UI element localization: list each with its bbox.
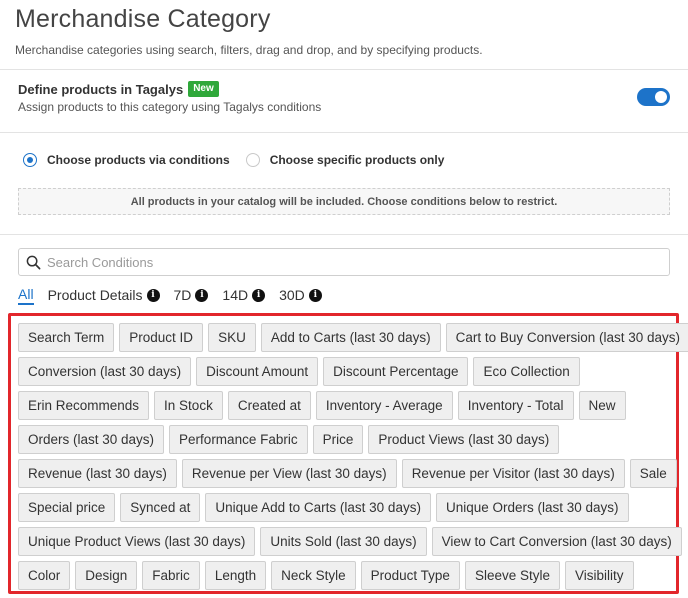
condition-chip[interactable]: Discount Percentage (323, 357, 469, 386)
tab-14d[interactable]: 14D i (222, 286, 266, 304)
radio-specific-products[interactable]: Choose specific products only (245, 153, 445, 167)
condition-chip[interactable]: Cart to Buy Conversion (last 30 days) (445, 323, 688, 352)
toggle-knob (655, 91, 667, 103)
condition-chip[interactable]: Synced at (120, 493, 201, 522)
radio-button-checked[interactable] (23, 153, 37, 167)
info-message: All products in your catalog will be inc… (130, 195, 558, 208)
condition-chip[interactable]: Color (18, 561, 71, 590)
tab-label: 7D (173, 287, 192, 303)
tab-label: 30D (279, 287, 305, 303)
condition-chip[interactable]: Sleeve Style (464, 561, 560, 590)
define-section-description: Assign products to this category using T… (18, 100, 322, 114)
divider (0, 234, 688, 235)
info-icon[interactable]: i (252, 288, 266, 302)
condition-chip[interactable]: Product Views (last 30 days) (368, 425, 560, 454)
condition-chip[interactable]: Erin Recommends (18, 391, 150, 420)
condition-chip-row: Search Term Product ID SKU Add to Carts (la… (18, 323, 688, 352)
condition-chip[interactable]: Revenue per Visitor (last 30 days) (401, 459, 625, 488)
condition-chip[interactable]: Product ID (119, 323, 204, 352)
condition-chip-area: Search Term Product ID SKU Add to Carts (la… (8, 313, 688, 594)
condition-chip[interactable]: Design (75, 561, 138, 590)
divider (0, 69, 688, 70)
tab-label: All (18, 286, 34, 305)
condition-chip-row: Orders (last 30 days) Performance Fabric P… (18, 425, 669, 454)
condition-chip-row: Erin Recommends In Stock Created at Invento… (18, 391, 669, 420)
tab-30d[interactable]: 30D i (279, 286, 322, 304)
condition-chip-row: Revenue (last 30 days) Revenue per View (… (18, 459, 677, 488)
condition-chip[interactable]: Revenue (last 30 days) (18, 459, 177, 488)
condition-chip[interactable]: In Stock (154, 391, 223, 420)
info-icon[interactable]: i (308, 288, 322, 302)
define-section-title: Define products in Tagalys New (18, 81, 219, 97)
tab-label: Product Details (47, 287, 143, 303)
condition-chip-row: Color Design Fabric Length Neck Style Product… (18, 561, 669, 590)
condition-chip[interactable]: Unique Product Views (last 30 days) (18, 527, 256, 556)
condition-chip[interactable]: Length (204, 561, 267, 590)
condition-chip[interactable]: Unique Orders (last 30 days) (435, 493, 629, 522)
search-box[interactable] (18, 248, 670, 276)
condition-chip[interactable]: Discount Amount (196, 357, 319, 386)
condition-tabs: All Product Details i 7D i 14D i 30D i (18, 286, 336, 305)
radio-conditions[interactable]: Choose products via conditions (23, 153, 230, 167)
page-title: Merchandise Category (15, 5, 271, 33)
condition-chip[interactable]: Fabric (142, 561, 200, 590)
define-title-text: Define products in Tagalys (18, 81, 184, 97)
condition-chip[interactable]: Special price (18, 493, 116, 522)
tab-7d[interactable]: 7D i (174, 286, 209, 304)
tab-all[interactable]: All (18, 286, 34, 305)
condition-chip[interactable]: Price (312, 425, 364, 454)
search-icon (26, 254, 42, 270)
condition-chip[interactable]: Orders (last 30 days) (18, 425, 165, 454)
condition-chip[interactable]: SKU (208, 323, 256, 352)
condition-chip[interactable]: Product Type (360, 561, 460, 590)
info-icon[interactable]: i (195, 288, 209, 302)
tab-label: 14D (222, 287, 249, 303)
condition-chip[interactable]: Neck Style (271, 561, 356, 590)
define-products-toggle[interactable] (637, 88, 670, 106)
condition-chip[interactable]: Inventory - Total (457, 391, 574, 420)
condition-chip[interactable]: View to Cart Conversion (last 30 days) (431, 527, 682, 556)
selection-mode-radio-group: Choose products via conditions Choose sp… (23, 153, 460, 167)
radio-label: Choose products via conditions (47, 153, 230, 167)
condition-chip[interactable]: Created at (227, 391, 311, 420)
condition-chip[interactable]: Search Term (18, 323, 115, 352)
condition-chip[interactable]: Inventory - Average (315, 391, 453, 420)
radio-label: Choose specific products only (269, 153, 445, 167)
condition-chip[interactable]: Performance Fabric (169, 425, 308, 454)
condition-chip[interactable]: Conversion (last 30 days) (18, 357, 192, 386)
search-input[interactable] (47, 254, 647, 270)
info-icon[interactable]: i (146, 288, 160, 302)
condition-chip[interactable]: Visibility (565, 561, 634, 590)
new-badge: New (188, 81, 219, 97)
divider (0, 132, 688, 133)
condition-chip[interactable]: Eco Collection (473, 357, 580, 386)
info-message-box: All products in your catalog will be inc… (18, 188, 670, 215)
page-subtitle: Merchandise categories using search, fil… (15, 43, 483, 57)
condition-chip-row: Conversion (last 30 days) Discount Amount… (18, 357, 669, 386)
condition-chip[interactable]: Unique Add to Carts (last 30 days) (205, 493, 431, 522)
tab-product-details[interactable]: Product Details i (48, 286, 160, 304)
condition-chip[interactable]: Add to Carts (last 30 days) (260, 323, 441, 352)
condition-chip[interactable]: Revenue per View (last 30 days) (181, 459, 397, 488)
condition-chip-row: Special price Synced at Unique Add to Cart… (18, 493, 669, 522)
condition-chip[interactable]: Sale (629, 459, 677, 488)
condition-chip[interactable]: Units Sold (last 30 days) (260, 527, 427, 556)
radio-button-unchecked[interactable] (245, 153, 260, 167)
condition-chip[interactable]: New (578, 391, 626, 420)
condition-chip-row: Unique Product Views (last 30 days) Units… (18, 527, 682, 556)
